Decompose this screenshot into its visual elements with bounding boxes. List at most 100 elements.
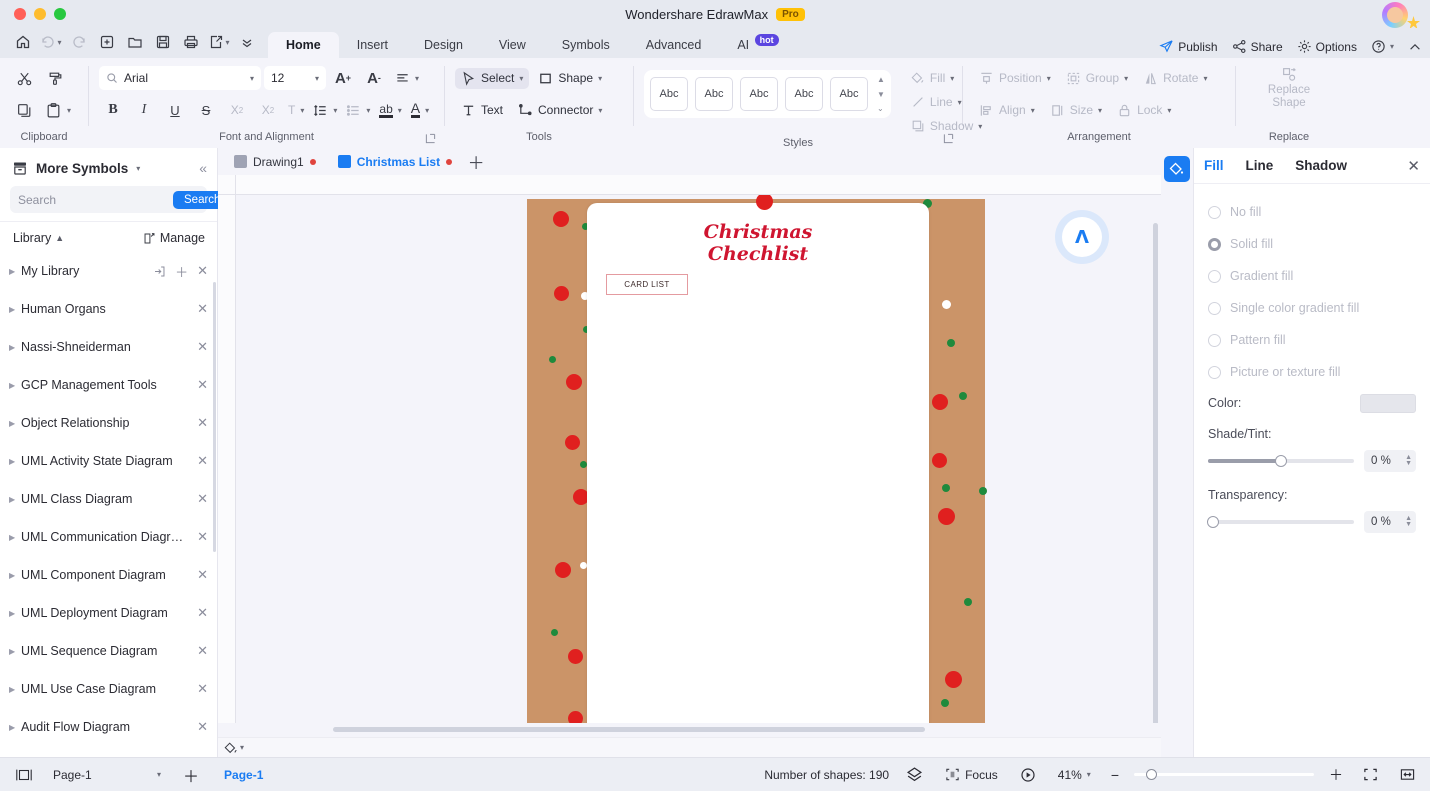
highlight-button[interactable]: ab ▾ bbox=[376, 100, 404, 121]
export-icon[interactable]: ▾ bbox=[206, 30, 232, 54]
expand-triangle-icon[interactable]: ▶ bbox=[9, 533, 21, 542]
close-icon[interactable]: ✕ bbox=[197, 415, 208, 431]
replace-shape-button[interactable]: Replace Shape bbox=[1246, 64, 1332, 112]
lock-button[interactable]: Lock ▾ bbox=[1111, 100, 1177, 121]
transparency-value-box[interactable]: 0 % ▲ ▼ bbox=[1364, 511, 1416, 533]
share-button[interactable]: Share bbox=[1232, 39, 1283, 54]
fit-to-screen-button[interactable] bbox=[1358, 764, 1383, 785]
strikethrough-button[interactable]: S bbox=[192, 97, 220, 123]
align-caret-icon[interactable]: ▾ bbox=[1031, 106, 1035, 115]
expand-triangle-icon[interactable]: ▶ bbox=[9, 305, 21, 314]
font-family-caret-icon[interactable]: ▾ bbox=[250, 74, 254, 83]
print-icon[interactable] bbox=[178, 30, 204, 54]
font-color-caret-icon[interactable]: ▾ bbox=[425, 106, 429, 115]
chevron-down-icon[interactable]: ▾ bbox=[1390, 42, 1394, 51]
position-button[interactable]: Position ▾ bbox=[973, 68, 1057, 89]
more-quick-actions-icon[interactable] bbox=[234, 30, 260, 54]
increase-font-size-button[interactable]: A + bbox=[329, 65, 357, 91]
group-button[interactable]: Group ▾ bbox=[1060, 68, 1134, 89]
color-swatch-button[interactable] bbox=[1360, 393, 1416, 413]
shape-caret-icon[interactable]: ▾ bbox=[598, 74, 602, 83]
menu-tab-view[interactable]: View bbox=[481, 32, 544, 58]
style-gallery-expand-icon[interactable]: ⌄ bbox=[877, 104, 885, 113]
style-scroll-up-icon[interactable]: ▲ bbox=[877, 75, 885, 84]
size-caret-icon[interactable]: ▾ bbox=[1098, 106, 1102, 115]
menu-tab-design[interactable]: Design bbox=[406, 32, 481, 58]
format-painter-button[interactable] bbox=[41, 65, 69, 91]
sidebar-item-nassi-shneiderman[interactable]: ▶ Nassi-Shneiderman ✕ bbox=[0, 328, 217, 366]
zoom-in-button[interactable]: ＋ bbox=[1326, 765, 1346, 785]
bold-button[interactable]: B bbox=[99, 97, 127, 123]
close-icon[interactable]: ✕ bbox=[197, 491, 208, 507]
save-icon[interactable] bbox=[150, 30, 176, 54]
menu-tab-symbols[interactable]: Symbols bbox=[544, 32, 628, 58]
line-spacing-button[interactable]: ▾ bbox=[310, 100, 340, 121]
home-icon[interactable] bbox=[10, 30, 36, 54]
style-preview-3[interactable]: Abc bbox=[740, 77, 778, 111]
bullets-button[interactable]: ▾ bbox=[343, 100, 373, 121]
style-gallery-scroll[interactable]: ▲ ▼ ⌄ bbox=[877, 75, 885, 113]
close-icon[interactable]: ✕ bbox=[197, 567, 208, 583]
palette-caret-icon[interactable]: ▾ bbox=[240, 743, 244, 752]
sidebar-title-caret-icon[interactable]: ▾ bbox=[136, 164, 140, 173]
palette-fill-button[interactable]: ▾ bbox=[224, 741, 247, 755]
panel-tab-shadow[interactable]: Shadow bbox=[1295, 158, 1347, 173]
group-caret-icon[interactable]: ▾ bbox=[1124, 74, 1128, 83]
subscript-button[interactable]: X2 bbox=[254, 97, 282, 123]
fill-panel-toggle[interactable] bbox=[1164, 156, 1190, 182]
expand-triangle-icon[interactable]: ▶ bbox=[9, 343, 21, 352]
fill-option-solid-fill[interactable]: Solid fill bbox=[1208, 228, 1416, 260]
superscript-button[interactable]: X2 bbox=[223, 97, 251, 123]
font-size-input[interactable] bbox=[271, 71, 305, 85]
expand-triangle-icon[interactable]: ▶ bbox=[9, 723, 21, 732]
sidebar-item-uml-sequence-diagram[interactable]: ▶ UML Sequence Diagram ✕ bbox=[0, 632, 217, 670]
publish-button[interactable]: Publish bbox=[1159, 39, 1218, 54]
align-caret-icon[interactable]: ▾ bbox=[415, 74, 419, 83]
close-icon[interactable]: ✕ bbox=[197, 377, 208, 393]
panel-tab-line[interactable]: Line bbox=[1246, 158, 1274, 173]
radio-icon[interactable] bbox=[1208, 301, 1221, 315]
fill-option-no-fill[interactable]: No fill bbox=[1208, 196, 1416, 228]
page-navigator-button[interactable] bbox=[10, 765, 38, 785]
account-avatar[interactable] bbox=[1382, 2, 1420, 29]
transparency-stepper[interactable]: ▲ ▼ bbox=[1405, 515, 1412, 528]
sidebar-item-uml-component-diagram[interactable]: ▶ UML Component Diagram ✕ bbox=[0, 556, 217, 594]
zoom-slider[interactable] bbox=[1134, 768, 1314, 780]
sidebar-item-gcp-management-tools[interactable]: ▶ GCP Management Tools ✕ bbox=[0, 366, 217, 404]
rotate-button[interactable]: Rotate ▾ bbox=[1137, 68, 1213, 89]
doc-tab-christmas-list[interactable]: Christmas List bbox=[328, 149, 462, 174]
sidebar-item-human-organs[interactable]: ▶ Human Organs ✕ bbox=[0, 290, 217, 328]
text-style-button[interactable]: T ▾ bbox=[285, 100, 307, 120]
radio-icon-selected[interactable] bbox=[1208, 237, 1221, 251]
focus-mode-button[interactable]: Focus bbox=[940, 764, 1003, 785]
manage-button[interactable]: Manage bbox=[143, 231, 205, 245]
expand-triangle-icon[interactable]: ▶ bbox=[9, 685, 21, 694]
styles-dialog-launcher[interactable] bbox=[943, 133, 954, 144]
zoom-slider-knob[interactable] bbox=[1146, 768, 1157, 780]
sidebar-item-audit-flow-diagram[interactable]: ▶ Audit Flow Diagram ✕ bbox=[0, 708, 217, 746]
expand-triangle-icon[interactable]: ▶ bbox=[9, 419, 21, 428]
page-tab-page-1[interactable]: Page-1 bbox=[216, 765, 271, 785]
page-select[interactable]: Page-1 ▾ bbox=[48, 765, 166, 785]
checklist-paper[interactable]: Christmas Chechlist CARD LIST bbox=[587, 203, 929, 723]
rotate-caret-icon[interactable]: ▾ bbox=[1203, 74, 1207, 83]
text-style-caret-icon[interactable]: ▾ bbox=[300, 106, 304, 115]
radio-icon[interactable] bbox=[1208, 269, 1221, 283]
underline-button[interactable]: U bbox=[161, 97, 189, 123]
search-input[interactable] bbox=[18, 192, 173, 207]
color-swatches[interactable] bbox=[250, 741, 1157, 754]
new-file-icon[interactable] bbox=[94, 30, 120, 54]
layers-button[interactable] bbox=[901, 763, 928, 786]
drawing-canvas[interactable]: Christmas Chechlist CARD LIST Λ bbox=[236, 195, 1161, 723]
horizontal-ruler[interactable] bbox=[218, 175, 1161, 195]
christmas-checklist-artwork[interactable]: Christmas Chechlist CARD LIST bbox=[527, 195, 987, 723]
close-icon[interactable]: ✕ bbox=[197, 263, 208, 279]
font-color-button[interactable]: A ▾ bbox=[408, 99, 432, 121]
size-button[interactable]: Size ▾ bbox=[1044, 100, 1108, 121]
style-gallery[interactable]: Abc Abc Abc Abc Abc ▲ ▼ ⌄ bbox=[644, 70, 891, 118]
style-preview-5[interactable]: Abc bbox=[830, 77, 868, 111]
add-page-button[interactable]: ＋ bbox=[176, 763, 206, 787]
close-icon[interactable]: ✕ bbox=[197, 643, 208, 659]
radio-icon[interactable] bbox=[1208, 205, 1221, 219]
fill-option-pattern-fill[interactable]: Pattern fill bbox=[1208, 324, 1416, 356]
